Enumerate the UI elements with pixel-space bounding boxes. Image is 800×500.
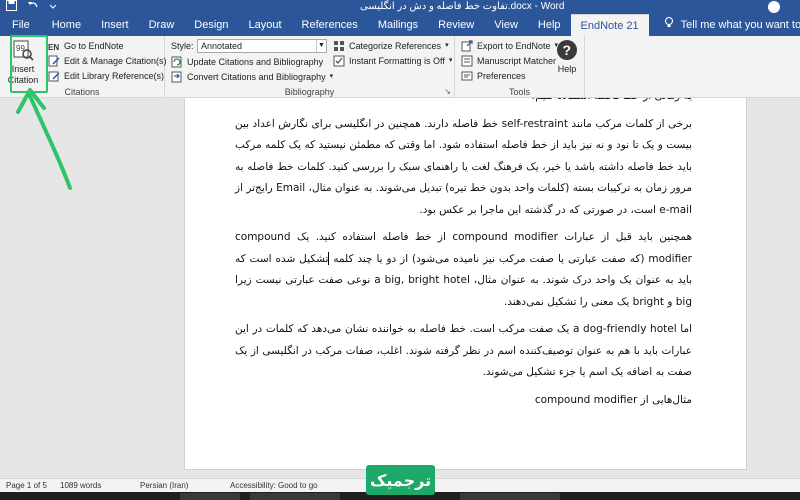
tell-me-box[interactable]: Tell me what you want to do — [649, 14, 800, 36]
tab-help[interactable]: Help — [528, 14, 571, 36]
convert-label: Convert Citations and Bibliography — [187, 72, 326, 82]
tab-draw[interactable]: Draw — [139, 14, 185, 36]
page-count[interactable]: Page 1 of 5 — [6, 481, 47, 490]
svg-text:EN: EN — [48, 43, 59, 52]
export-label: Export to EndNote — [477, 41, 551, 51]
update-icon — [171, 56, 183, 68]
tab-home[interactable]: Home — [42, 14, 91, 36]
user-avatar[interactable] — [768, 1, 780, 13]
highlight-box — [10, 35, 48, 93]
export-to-endnote-button[interactable]: Export to EndNote ▾ — [461, 39, 558, 53]
edit-citation-icon — [48, 55, 60, 67]
title-bar: تفاوت خط فاصله و دش در انگلیسی.docx - Wo… — [0, 0, 800, 14]
taskbar-item[interactable] — [180, 493, 240, 500]
tab-mailings[interactable]: Mailings — [368, 14, 428, 36]
document-page[interactable]: یه زمانی از خط فاصله استفاده کنیم! برخی … — [184, 98, 747, 470]
save-icon[interactable] — [6, 0, 17, 15]
categorize-references-button[interactable]: Categorize References ▾ — [333, 39, 449, 53]
edit-library-icon — [48, 70, 60, 82]
word-count[interactable]: 1089 words — [60, 481, 101, 490]
export-icon — [461, 40, 473, 52]
text-cursor — [328, 252, 330, 265]
preferences-label: Preferences — [477, 71, 526, 81]
quick-access-toolbar — [6, 0, 57, 15]
instant-formatting-button[interactable]: Instant Formatting is Off ▾ — [333, 54, 452, 68]
update-label: Update Citations and Bibliography — [187, 57, 324, 67]
tab-endnote[interactable]: EndNote 21 — [570, 13, 649, 37]
svg-text:?: ? — [563, 42, 572, 58]
taskbar-item[interactable] — [460, 493, 560, 500]
taskbar-item[interactable] — [250, 493, 340, 500]
paragraph-2: همچنین باید قبل از عبارات compound modif… — [235, 227, 692, 313]
document-area: یه زمانی از خط فاصله استفاده کنیم! برخی … — [0, 98, 800, 478]
help-label: Help — [557, 64, 577, 74]
instant-formatting-icon — [333, 55, 345, 67]
edit-library-label: Edit Library Reference(s) — [64, 71, 165, 81]
edit-library-reference-button[interactable]: Edit Library Reference(s) — [48, 69, 164, 83]
paragraph-4: مثال‌هایی از compound modifier — [534, 393, 692, 406]
tab-layout[interactable]: Layout — [239, 14, 292, 36]
partial-line: یه زمانی از خط فاصله استفاده کنیم! — [235, 98, 692, 108]
tools-group: Export to EndNote ▾ Manuscript Matcher P… — [455, 36, 585, 98]
paragraph-1: برخی از کلمات مرکب مانند self-restraint … — [235, 117, 692, 216]
endnote-icon: EN — [48, 40, 60, 52]
help-button[interactable]: ? Help — [553, 39, 581, 75]
document-body[interactable]: یه زمانی از خط فاصله استفاده کنیم! برخی … — [235, 98, 692, 417]
edit-manage-label: Edit & Manage Citation(s) — [64, 56, 167, 66]
tab-references[interactable]: References — [292, 14, 368, 36]
instant-formatting-label: Instant Formatting is Off — [349, 56, 445, 66]
chevron-down-icon: ▼ — [316, 40, 326, 52]
style-select[interactable]: Annotated ▼ — [197, 39, 327, 53]
edit-manage-citations-button[interactable]: Edit & Manage Citation(s) — [48, 54, 167, 68]
manuscript-matcher-button[interactable]: Manuscript Matcher — [461, 54, 556, 68]
lightbulb-icon — [663, 14, 675, 36]
language-indicator[interactable]: Persian (Iran) — [140, 481, 188, 490]
help-icon: ? — [556, 39, 578, 64]
categorize-icon — [333, 40, 345, 52]
style-value: Annotated — [201, 41, 243, 51]
preferences-button[interactable]: Preferences — [461, 69, 526, 83]
bibliography-group: Style: Annotated ▼ Update Citations and … — [165, 36, 455, 98]
tools-group-label: Tools — [508, 87, 530, 97]
categorize-label: Categorize References — [349, 41, 442, 51]
document-title: تفاوت خط فاصله و دش در انگلیسی.docx - Wo… — [360, 1, 565, 12]
update-citations-button[interactable]: Update Citations and Bibliography — [171, 55, 323, 69]
manuscript-label: Manuscript Matcher — [477, 56, 557, 66]
convert-icon — [171, 71, 183, 83]
undo-icon[interactable] — [27, 0, 39, 15]
tab-review[interactable]: Review — [428, 14, 484, 36]
go-to-endnote-label: Go to EndNote — [64, 41, 124, 51]
go-to-endnote-button[interactable]: EN Go to EndNote — [48, 39, 124, 53]
tab-insert[interactable]: Insert — [91, 14, 139, 36]
tab-file[interactable]: File — [0, 14, 42, 36]
watermark-badge: ترجمیک — [366, 465, 435, 495]
chevron-down-icon: ▾ — [329, 73, 334, 80]
manuscript-icon — [461, 55, 473, 67]
accessibility-status[interactable]: Accessibility: Good to go — [230, 481, 318, 490]
convert-citations-button[interactable]: Convert Citations and Bibliography ▾ — [171, 70, 333, 84]
tab-view[interactable]: View — [484, 14, 528, 36]
preferences-icon — [461, 70, 473, 82]
chevron-down-icon: ▾ — [448, 57, 453, 64]
tell-me-text: Tell me what you want to do — [680, 19, 800, 31]
chevron-down-icon: ▾ — [445, 42, 449, 49]
tab-design[interactable]: Design — [184, 14, 238, 36]
ribbon-tabs: File Home Insert Draw Design Layout Refe… — [0, 13, 800, 37]
paragraph-3: اما a dog-friendly hotel یک صفت مرکب است… — [235, 323, 692, 378]
ribbon: 99 Insert Citation EN Go to EndNote Edit… — [0, 36, 800, 98]
bibliography-group-label: Bibliography — [284, 87, 335, 97]
qa-dropdown-icon[interactable] — [49, 0, 57, 15]
style-label: Style: — [171, 41, 194, 51]
